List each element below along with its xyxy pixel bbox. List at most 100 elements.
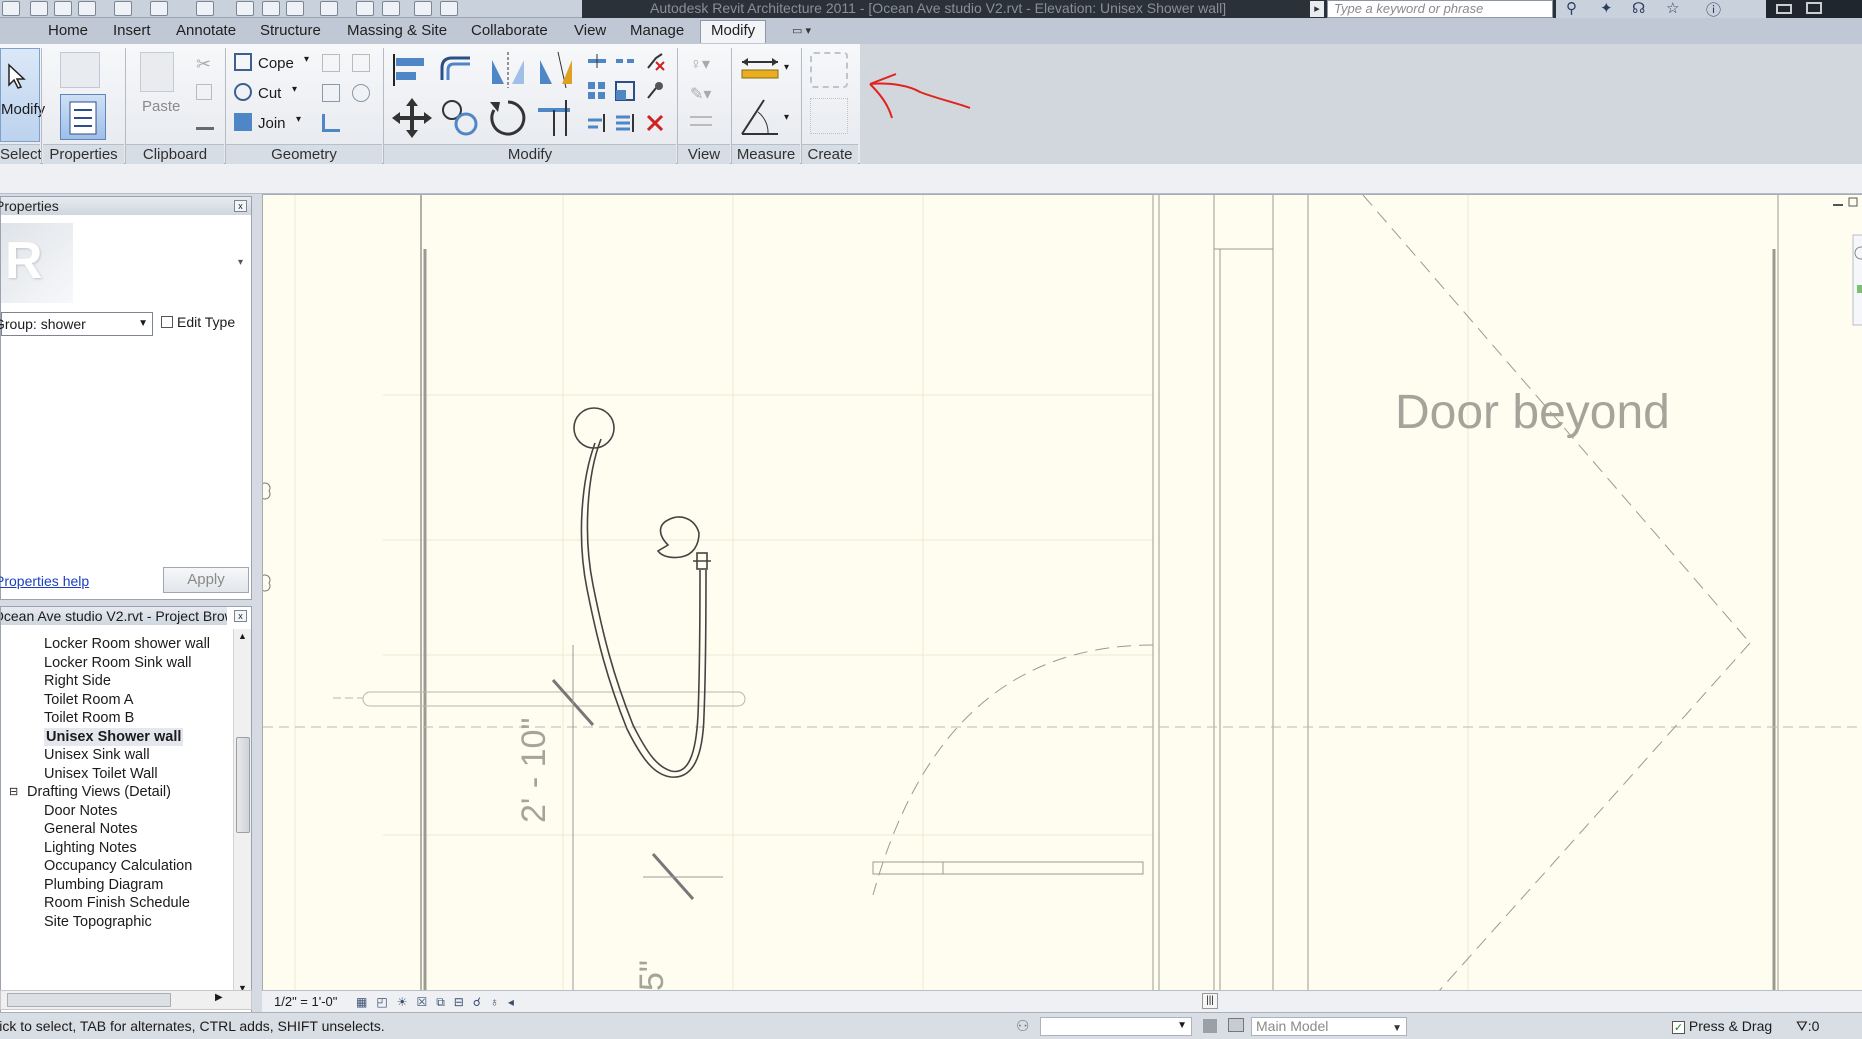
tab-annotate[interactable]: Annotate bbox=[176, 22, 236, 40]
communication-icon[interactable]: ☊ bbox=[1632, 0, 1645, 17]
view-scale[interactable]: 1/2" = 1'-0" bbox=[274, 994, 337, 1009]
tab-structure[interactable]: Structure bbox=[260, 22, 321, 40]
detail-level-icon[interactable]: ▦ bbox=[356, 995, 376, 1009]
split-icon[interactable] bbox=[586, 50, 608, 72]
cut-dropdown-icon[interactable]: ▾ bbox=[292, 84, 297, 95]
match-properties-icon[interactable] bbox=[196, 112, 214, 130]
design-options-icon[interactable] bbox=[1228, 1018, 1244, 1032]
collapse-icon[interactable]: ⊟ bbox=[9, 783, 18, 801]
close-icon[interactable]: x bbox=[234, 200, 247, 212]
edit-type-button[interactable]: Edit Type bbox=[161, 314, 235, 330]
tab-home[interactable]: Home bbox=[48, 22, 88, 40]
tab-insert[interactable]: Insert bbox=[113, 22, 151, 40]
close-icon[interactable]: x bbox=[234, 610, 247, 622]
browser-item[interactable]: Locker Room shower wall bbox=[44, 635, 210, 653]
scroll-up-icon[interactable]: ▲ bbox=[238, 631, 247, 641]
join-dropdown-icon[interactable]: ▾ bbox=[296, 114, 301, 125]
split-face-icon[interactable] bbox=[322, 54, 340, 72]
tab-manage[interactable]: Manage bbox=[630, 22, 684, 40]
active-workset-dropdown[interactable]: ▼ bbox=[1040, 1017, 1192, 1036]
cut-button[interactable]: Cut bbox=[258, 85, 281, 102]
aligned-dimension-icon[interactable] bbox=[236, 1, 254, 16]
aligned-dimension-measure-icon[interactable] bbox=[738, 54, 782, 84]
cut-geometry-icon[interactable] bbox=[234, 83, 252, 101]
modify-tool-button[interactable]: Modify bbox=[0, 48, 45, 142]
show-crop-icon[interactable]: ⊟ bbox=[454, 995, 473, 1009]
browser-item[interactable]: General Notes bbox=[44, 820, 138, 838]
hscroll-thumb[interactable] bbox=[7, 993, 171, 1007]
worksets-icon[interactable]: ⚇ bbox=[1016, 1017, 1029, 1035]
mirror-draw-axis-icon[interactable] bbox=[536, 50, 576, 90]
angular-dropdown-icon[interactable]: ▾ bbox=[784, 112, 789, 123]
browser-horizontal-scrollbar[interactable]: ▶ bbox=[0, 990, 252, 1010]
paint-icon[interactable] bbox=[352, 54, 370, 72]
linework-icon[interactable]: ✎▾ bbox=[690, 84, 711, 104]
align-icon[interactable] bbox=[390, 50, 430, 90]
binoculars-icon[interactable]: ⚲ bbox=[1566, 0, 1577, 17]
move-icon[interactable] bbox=[390, 96, 434, 140]
rotate-icon[interactable] bbox=[486, 96, 530, 140]
browser-item[interactable]: Unisex Shower wall bbox=[44, 727, 184, 746]
subscription-icon[interactable]: ✦ bbox=[1600, 0, 1613, 17]
split-gap-icon[interactable] bbox=[614, 50, 636, 72]
offset-icon[interactable] bbox=[436, 50, 476, 90]
angular-dimension-icon[interactable] bbox=[738, 94, 782, 138]
browser-item[interactable]: Room Finish Schedule bbox=[44, 894, 190, 912]
text-icon[interactable] bbox=[286, 1, 304, 16]
3d-view-icon[interactable] bbox=[320, 1, 338, 16]
delete-icon[interactable] bbox=[644, 112, 666, 134]
type-properties-icon[interactable] bbox=[60, 52, 100, 88]
type-selector-expand-icon[interactable]: ▾ bbox=[238, 257, 243, 268]
browser-item[interactable]: Right Side bbox=[44, 672, 111, 690]
cope-dropdown-icon[interactable]: ▾ bbox=[304, 54, 309, 65]
scroll-right-icon[interactable]: ▶ bbox=[215, 992, 223, 1003]
design-option-dropdown[interactable]: Main Model ▼ bbox=[1251, 1017, 1407, 1036]
canvas-hscroll-thumb[interactable]: ||| bbox=[1202, 993, 1218, 1009]
browser-item[interactable]: Toilet Room A bbox=[44, 691, 133, 709]
cut-scissors-icon[interactable]: ✂ bbox=[196, 54, 211, 75]
trim-single-icon[interactable] bbox=[586, 112, 608, 134]
app-menu-icon[interactable] bbox=[2, 1, 20, 16]
browser-item[interactable]: Toilet Room B bbox=[44, 709, 134, 727]
apply-button[interactable]: Apply bbox=[163, 567, 249, 593]
measure-icon[interactable] bbox=[196, 1, 214, 16]
unpin-icon[interactable] bbox=[644, 50, 666, 72]
thin-lines-icon[interactable] bbox=[382, 1, 400, 16]
visual-style-icon[interactable]: ◰ bbox=[376, 995, 396, 1009]
demolish-icon[interactable] bbox=[352, 84, 370, 102]
redo-icon[interactable] bbox=[150, 1, 168, 16]
browser-item[interactable]: Unisex Sink wall bbox=[44, 746, 150, 764]
section-icon[interactable] bbox=[356, 1, 374, 16]
sun-path-icon[interactable]: ☀ bbox=[397, 995, 417, 1009]
temporary-hide-icon[interactable]: ☌ bbox=[473, 995, 490, 1009]
properties-button[interactable] bbox=[60, 94, 106, 140]
browser-item[interactable]: Locker Room Sink wall bbox=[44, 654, 191, 672]
tab-collaborate[interactable]: Collaborate bbox=[471, 22, 548, 40]
create-group-icon[interactable] bbox=[810, 52, 848, 88]
properties-help-link[interactable]: Properties help bbox=[0, 573, 95, 589]
reveal-hidden-icon[interactable]: ♁ bbox=[490, 995, 508, 1009]
tab-massing-site[interactable]: Massing & Site bbox=[347, 22, 447, 40]
switch-windows-icon[interactable] bbox=[440, 1, 458, 16]
browser-item[interactable]: Unisex Toilet Wall bbox=[44, 765, 158, 783]
scale-icon[interactable] bbox=[614, 80, 636, 102]
close-hidden-icon[interactable] bbox=[414, 1, 432, 16]
tag-icon[interactable] bbox=[262, 1, 280, 16]
mirror-pick-axis-icon[interactable] bbox=[488, 50, 528, 90]
pin-icon[interactable] bbox=[644, 80, 666, 102]
minimize-icon[interactable] bbox=[1776, 4, 1792, 14]
cope-icon[interactable] bbox=[234, 53, 252, 71]
wall-joins-icon[interactable] bbox=[322, 84, 340, 102]
crop-view-icon[interactable]: ⧉ bbox=[436, 995, 454, 1009]
browser-item[interactable]: Drafting Views (Detail) bbox=[27, 783, 171, 801]
join-button[interactable]: Join bbox=[258, 115, 286, 132]
join-icon[interactable] bbox=[234, 113, 252, 131]
browser-item[interactable]: Plumbing Diagram bbox=[44, 876, 163, 894]
copy-elements-icon[interactable] bbox=[438, 96, 482, 140]
paste-button[interactable]: Paste bbox=[142, 98, 180, 115]
paste-icon[interactable] bbox=[140, 52, 174, 92]
create-similar-icon[interactable] bbox=[810, 98, 848, 134]
sync-icon[interactable] bbox=[78, 1, 96, 16]
restore-icon[interactable] bbox=[1806, 2, 1822, 14]
shadows-icon[interactable]: ☒ bbox=[416, 995, 436, 1009]
